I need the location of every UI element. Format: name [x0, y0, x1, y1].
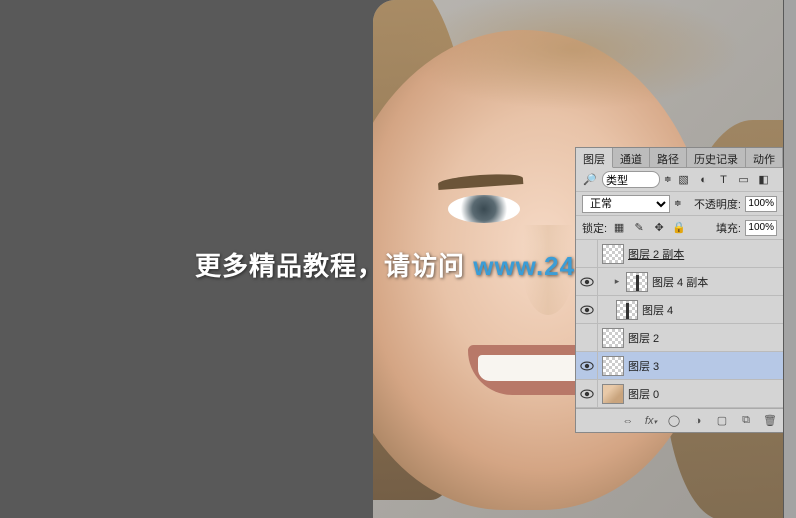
layer-name-label[interactable]: 图层 4 副本	[652, 274, 708, 290]
layer-thumbnail[interactable]	[602, 356, 624, 376]
trash-icon[interactable]: 🗑	[763, 414, 777, 428]
layer-name-label[interactable]: 图层 0	[628, 386, 659, 402]
opacity-input[interactable]	[745, 196, 777, 212]
lock-position-icon[interactable]: ✥	[651, 221, 667, 235]
clip-arrow-icon: ▸	[612, 276, 622, 287]
tab-动作[interactable]: 动作	[746, 148, 783, 167]
visibility-toggle[interactable]	[576, 324, 598, 351]
photo-eye	[448, 195, 520, 223]
dropdown-icon: ≑	[664, 174, 672, 185]
blend-mode-select[interactable]: 正常	[582, 195, 670, 213]
lock-row: 锁定: ▦ ✎ ✥ 🔒 填充:	[576, 216, 783, 240]
tab-通道[interactable]: 通道	[613, 148, 650, 167]
layer-thumbnail[interactable]	[602, 244, 624, 264]
lock-label: 锁定:	[582, 220, 607, 236]
tab-路径[interactable]: 路径	[650, 148, 687, 167]
dropdown-icon: ≑	[674, 198, 682, 209]
search-icon: 🔎	[582, 173, 598, 187]
layer-name-label[interactable]: 图层 2 副本	[628, 246, 684, 262]
panel-tabs: 图层通道路径历史记录动作	[576, 148, 783, 168]
filter-row: 🔎 ≑ ▧ ◐ T ▭ ◧	[576, 168, 783, 192]
tab-历史记录[interactable]: 历史记录	[687, 148, 746, 167]
tab-图层[interactable]: 图层	[576, 148, 613, 168]
visibility-toggle[interactable]	[576, 268, 598, 295]
lock-brush-icon[interactable]: ✎	[631, 221, 647, 235]
layer-row[interactable]: 图层 0	[576, 380, 783, 408]
layer-thumbnail[interactable]	[626, 272, 648, 292]
mask-icon[interactable]: ◯	[667, 414, 681, 428]
filter-image-icon[interactable]: ▧	[676, 173, 692, 187]
visibility-toggle[interactable]	[576, 296, 598, 323]
layer-row[interactable]: 图层 2 副本	[576, 240, 783, 268]
blend-row: 正常 ≑ 不透明度:	[576, 192, 783, 216]
fill-input[interactable]	[745, 220, 777, 236]
visibility-toggle[interactable]	[576, 240, 598, 267]
filter-adjust-icon[interactable]: ◐	[696, 173, 712, 187]
pasteboard	[784, 0, 796, 518]
watermark-prefix: 更多精品教程，请访问	[195, 251, 473, 281]
layers-panel: 图层通道路径历史记录动作 🔎 ≑ ▧ ◐ T ▭ ◧ 正常 ≑ 不透明度: 锁定…	[575, 147, 783, 433]
layer-row[interactable]: ▸ 图层 4 副本	[576, 268, 783, 296]
visibility-toggle[interactable]	[576, 380, 598, 407]
adjustment-layer-icon[interactable]: ◑	[691, 414, 705, 428]
layers-list: 图层 2 副本 ▸ 图层 4 副本图层 4 图层 2 图层 3 图层 0	[576, 240, 783, 408]
layer-row[interactable]: 图层 3	[576, 352, 783, 380]
photo-hair	[403, 0, 743, 110]
link-layers-icon[interactable]: ⇔	[621, 414, 635, 428]
fill-label: 填充:	[716, 220, 741, 236]
new-layer-icon[interactable]: ⧉	[739, 414, 753, 428]
visibility-toggle[interactable]	[576, 352, 598, 379]
filter-kind-select[interactable]	[602, 171, 660, 188]
layer-thumbnail[interactable]	[616, 300, 638, 320]
filter-smart-icon[interactable]: ◧	[756, 173, 772, 187]
opacity-label: 不透明度:	[694, 196, 741, 212]
layer-thumbnail[interactable]	[602, 328, 624, 348]
layer-thumbnail[interactable]	[602, 384, 624, 404]
group-icon[interactable]: ▢	[715, 414, 729, 428]
lock-all-icon[interactable]: 🔒	[671, 221, 687, 235]
filter-type-icon[interactable]: T	[716, 173, 732, 187]
layer-row[interactable]: 图层 2	[576, 324, 783, 352]
layer-row[interactable]: 图层 4	[576, 296, 783, 324]
panel-footer: ⇔ fx▾ ◯ ◑ ▢ ⧉ 🗑	[576, 408, 783, 432]
layer-name-label[interactable]: 图层 3	[628, 358, 659, 374]
lock-pixels-icon[interactable]: ▦	[611, 221, 627, 235]
filter-shape-icon[interactable]: ▭	[736, 173, 752, 187]
layer-name-label[interactable]: 图层 2	[628, 330, 659, 346]
layer-name-label[interactable]: 图层 4	[642, 302, 673, 318]
fx-icon[interactable]: fx▾	[645, 415, 657, 427]
